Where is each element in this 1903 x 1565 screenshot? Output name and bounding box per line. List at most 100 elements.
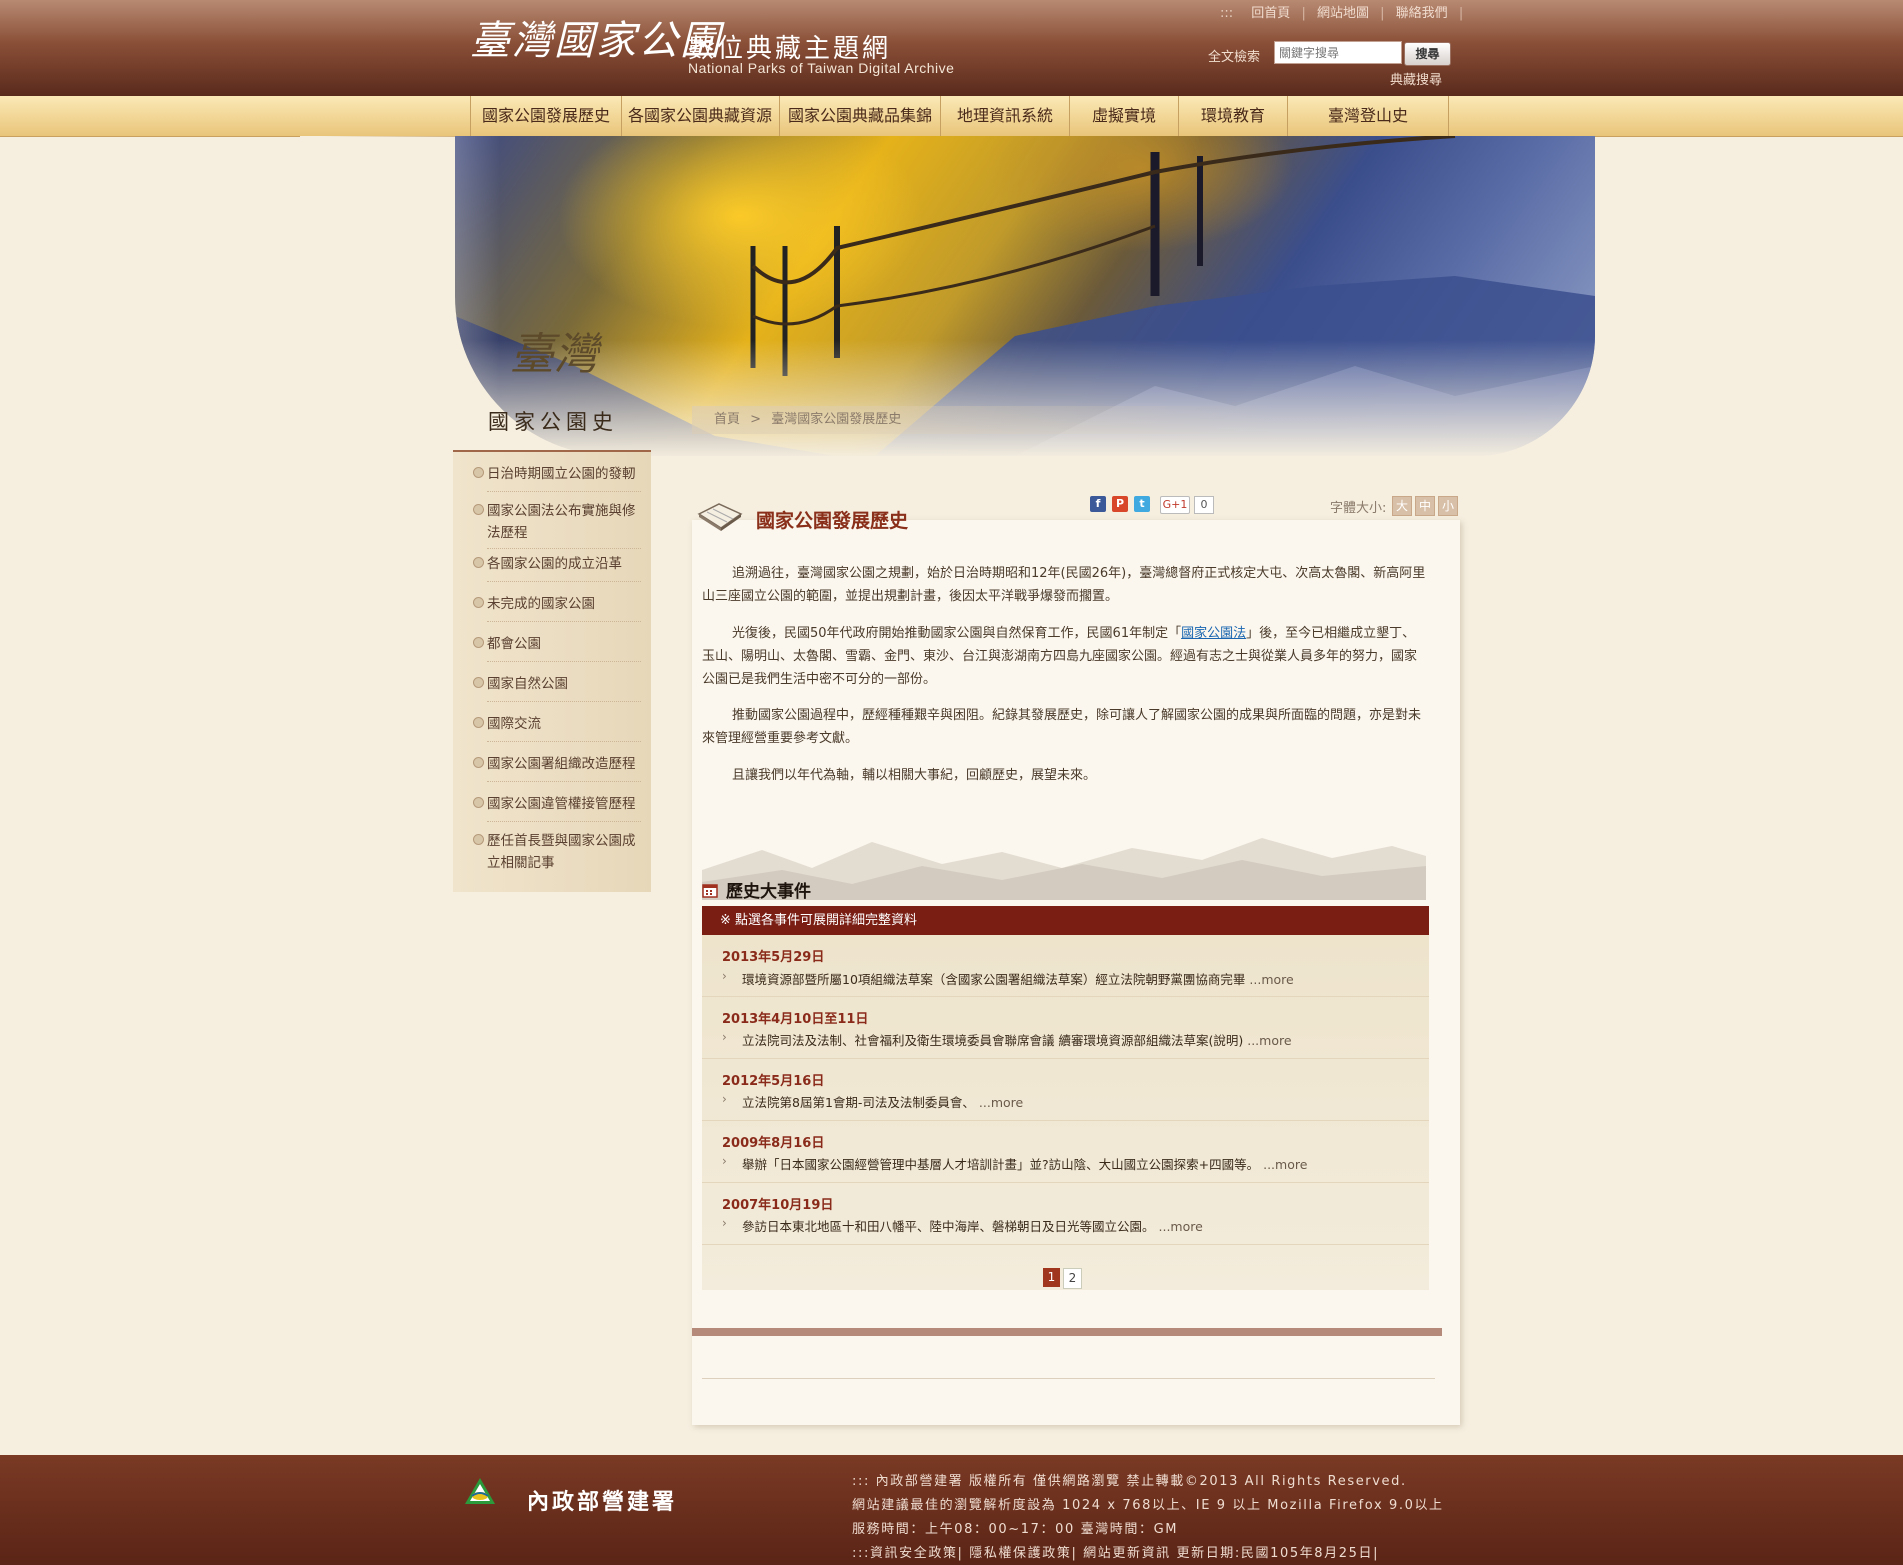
nav-item-mountaineering[interactable]: 臺灣登山史 — [1288, 96, 1449, 136]
nav-item-virtual-reality[interactable]: 虛擬實境 — [1070, 96, 1179, 136]
event-more-link[interactable]: ...more — [979, 1095, 1023, 1110]
chevron-right-icon: › — [722, 969, 727, 983]
bullet-icon — [473, 504, 484, 515]
plurk-icon[interactable]: P — [1112, 496, 1128, 512]
site-header — [0, 0, 1903, 96]
footer-policy-links[interactable]: :::資訊安全政策| 隱私權保護政策| 網站更新資訊 更新日期:民國105年8月… — [852, 1542, 1379, 1561]
nav-item-resources[interactable]: 各國家公園典藏資源 — [621, 96, 780, 136]
event-date[interactable]: 2009年8月16日 — [722, 1132, 824, 1151]
event-item[interactable]: 環境資源部暨所屬10項組織法草案（含國家公園署組織法草案）經立法院朝野黨團協商完… — [742, 969, 1294, 988]
search-input[interactable] — [1274, 41, 1402, 64]
bullet-icon — [473, 637, 484, 648]
event-date[interactable]: 2013年4月10日至11日 — [722, 1008, 868, 1027]
paragraph-text: 光復後，民國50年代政府開始推動國家公園與自然保育工作，民國61年制定「 — [732, 626, 1182, 641]
sidebar-item[interactable]: 國家公園違管權接管歷程 — [473, 793, 641, 822]
font-size-medium-button[interactable]: 中 — [1415, 496, 1435, 516]
site-logo-english: National Parks of Taiwan Digital Archive — [688, 60, 955, 76]
sidebar-item[interactable]: 國家自然公園 — [473, 673, 641, 702]
bullet-icon — [473, 557, 484, 568]
calendar-icon — [702, 884, 718, 898]
pagination-page-current[interactable]: 1 — [1043, 1268, 1060, 1287]
twitter-icon[interactable]: t — [1134, 496, 1150, 512]
event-divider — [702, 1120, 1429, 1121]
nav-item-gis[interactable]: 地理資訊系統 — [941, 96, 1070, 136]
event-date[interactable]: 2013年5月29日 — [722, 946, 824, 965]
event-date[interactable]: 2007年10月19日 — [722, 1194, 833, 1213]
pagination-page[interactable]: 2 — [1063, 1268, 1082, 1289]
event-text: 立法院第8屆第1會期-司法及法制委員會、 — [742, 1095, 975, 1110]
section-title: 國家公園史 — [488, 410, 618, 434]
font-size-small-button[interactable]: 小 — [1438, 496, 1458, 516]
home-link[interactable]: 回首頁 — [1251, 6, 1290, 21]
side-logo-calligraphy: 臺灣 — [510, 329, 598, 380]
sidebar-item[interactable]: 國際交流 — [473, 713, 641, 742]
contact-link[interactable]: 聯絡我們 — [1396, 6, 1448, 21]
event-more-link[interactable]: ...more — [1249, 972, 1293, 987]
event-more-link[interactable]: ...more — [1247, 1033, 1291, 1048]
font-size-large-button[interactable]: 大 — [1392, 496, 1412, 516]
bullet-icon — [473, 717, 484, 728]
event-divider — [702, 996, 1429, 997]
sidebar-item[interactable]: 都會公園 — [473, 633, 641, 662]
collection-search-link[interactable]: 典藏搜尋 — [1390, 69, 1442, 88]
sidebar-item-label: 國家公園署組織改造歷程 — [487, 756, 636, 772]
bullet-icon — [473, 597, 484, 608]
search-button[interactable]: 搜尋 — [1404, 42, 1451, 66]
intro-paragraph-2: 光復後，民國50年代政府開始推動國家公園與自然保育工作，民國61年制定「國家公園… — [702, 622, 1426, 691]
sidebar-item[interactable]: 國家公園署組織改造歷程 — [473, 753, 641, 782]
nav-item-environment-education[interactable]: 環境教育 — [1179, 96, 1288, 136]
event-item[interactable]: 舉辦「日本國家公園經營管理中基層人才培訓計畫」並?訪山陰、大山國立公園探索+四國… — [742, 1154, 1307, 1173]
breadcrumb-current: 臺灣國家公園發展歷史 — [771, 412, 902, 427]
nav-item-history[interactable]: 國家公園發展歷史 — [470, 96, 622, 136]
footer-service-hours: 服務時間：上午08：00~17：00 臺灣時間：GM — [852, 1522, 1179, 1537]
sidebar-item[interactable]: 各國家公園的成立沿革 — [473, 553, 641, 582]
sidebar-item[interactable]: 未完成的國家公園 — [473, 593, 641, 622]
events-hint-bar: ※ 點選各事件可展開詳細完整資料 — [702, 906, 1429, 935]
event-more-link[interactable]: ...more — [1159, 1219, 1203, 1234]
breadcrumb: 首頁 > 臺灣國家公園發展歷史 — [692, 406, 1274, 434]
sidebar-item[interactable]: 國家公園法公布實施與修法歷程 — [473, 500, 641, 549]
sidebar-item-label: 日治時期國立公園的發軔 — [487, 466, 636, 482]
event-item[interactable]: 參訪日本東北地區十和田八幡平、陸中海岸、磐梯朝日及日光等國立公園。 ...mor… — [742, 1216, 1203, 1235]
content-divider — [702, 1378, 1435, 1379]
nav-item-collections[interactable]: 國家公園典藏品集錦 — [780, 96, 941, 136]
event-text: 環境資源部暨所屬10項組織法草案（含國家公園署組織法草案）經立法院朝野黨團協商完… — [742, 972, 1246, 987]
chevron-right-icon: › — [722, 1030, 727, 1044]
event-divider — [702, 1244, 1429, 1245]
facebook-icon[interactable]: f — [1090, 496, 1106, 512]
sidebar-item-label: 國家公園違管權接管歷程 — [487, 796, 636, 812]
sidebar-item-label: 國家公園法公布實施與修法歷程 — [487, 503, 636, 541]
content-bottom-rule — [692, 1328, 1442, 1336]
event-date[interactable]: 2012年5月16日 — [722, 1070, 824, 1089]
font-size-label: 字體大小: — [1330, 501, 1387, 516]
bullet-icon — [473, 834, 484, 845]
intro-paragraph-3: 推動國家公園過程中，歷經種種艱辛與困阻。紀錄其發展歷史，除可讓人了解國家公園的成… — [702, 708, 1422, 746]
chevron-right-icon: › — [722, 1216, 727, 1230]
bullet-icon — [473, 467, 484, 478]
sidebar-item-label: 國際交流 — [487, 716, 541, 732]
event-text: 參訪日本東北地區十和田八幡平、陸中海岸、磐梯朝日及日光等國立公園。 — [742, 1219, 1155, 1234]
agency-logo-icon — [465, 1478, 495, 1504]
chevron-right-icon: › — [722, 1092, 727, 1106]
page-title: 國家公園發展歷史 — [756, 510, 909, 532]
event-item[interactable]: 立法院司法及法制、社會福利及衛生環境委員會聯席會議 續審環境資源部組織法草案(說… — [742, 1030, 1292, 1049]
event-text: 立法院司法及法制、社會福利及衛生環境委員會聯席會議 續審環境資源部組織法草案(說… — [742, 1033, 1244, 1048]
footer-browser-note: 網站建議最佳的瀏覽解析度設為 1024 x 768以上、IE 9 以上 Mozi… — [852, 1498, 1444, 1513]
sidebar-item[interactable]: 日治時期國立公園的發軔 — [473, 463, 641, 492]
site-logo-main[interactable]: 臺灣國家公園 — [470, 8, 722, 66]
google-plus-button[interactable]: G+1 — [1160, 496, 1190, 514]
event-more-link[interactable]: ...more — [1263, 1157, 1307, 1172]
intro-paragraph-1: 追溯過往，臺灣國家公園之規劃，始於日治時期昭和12年(民國26年)，臺灣總督府正… — [702, 566, 1426, 604]
bullet-icon — [473, 757, 484, 768]
breadcrumb-home[interactable]: 首頁 — [714, 412, 740, 427]
footer-copyright: ::: 內政部營建署 版權所有 僅供網路瀏覽 禁止轉載©2013 All Rig… — [852, 1474, 1407, 1489]
sidebar-item-label: 各國家公園的成立沿革 — [487, 556, 622, 572]
sidebar-item[interactable]: 歷任首長暨與國家公園成立相關記事 — [473, 830, 641, 874]
event-item[interactable]: 立法院第8屆第1會期-司法及法制委員會、 ...more — [742, 1092, 1023, 1111]
search-label: 全文檢索 — [1208, 50, 1261, 65]
bullet-icon — [473, 797, 484, 808]
sidebar-item-label: 歷任首長暨與國家公園成立相關記事 — [487, 833, 636, 871]
events-list — [702, 935, 1429, 1290]
sitemap-link[interactable]: 網站地圖 — [1317, 6, 1369, 21]
national-park-law-link[interactable]: 國家公園法 — [1181, 626, 1246, 641]
